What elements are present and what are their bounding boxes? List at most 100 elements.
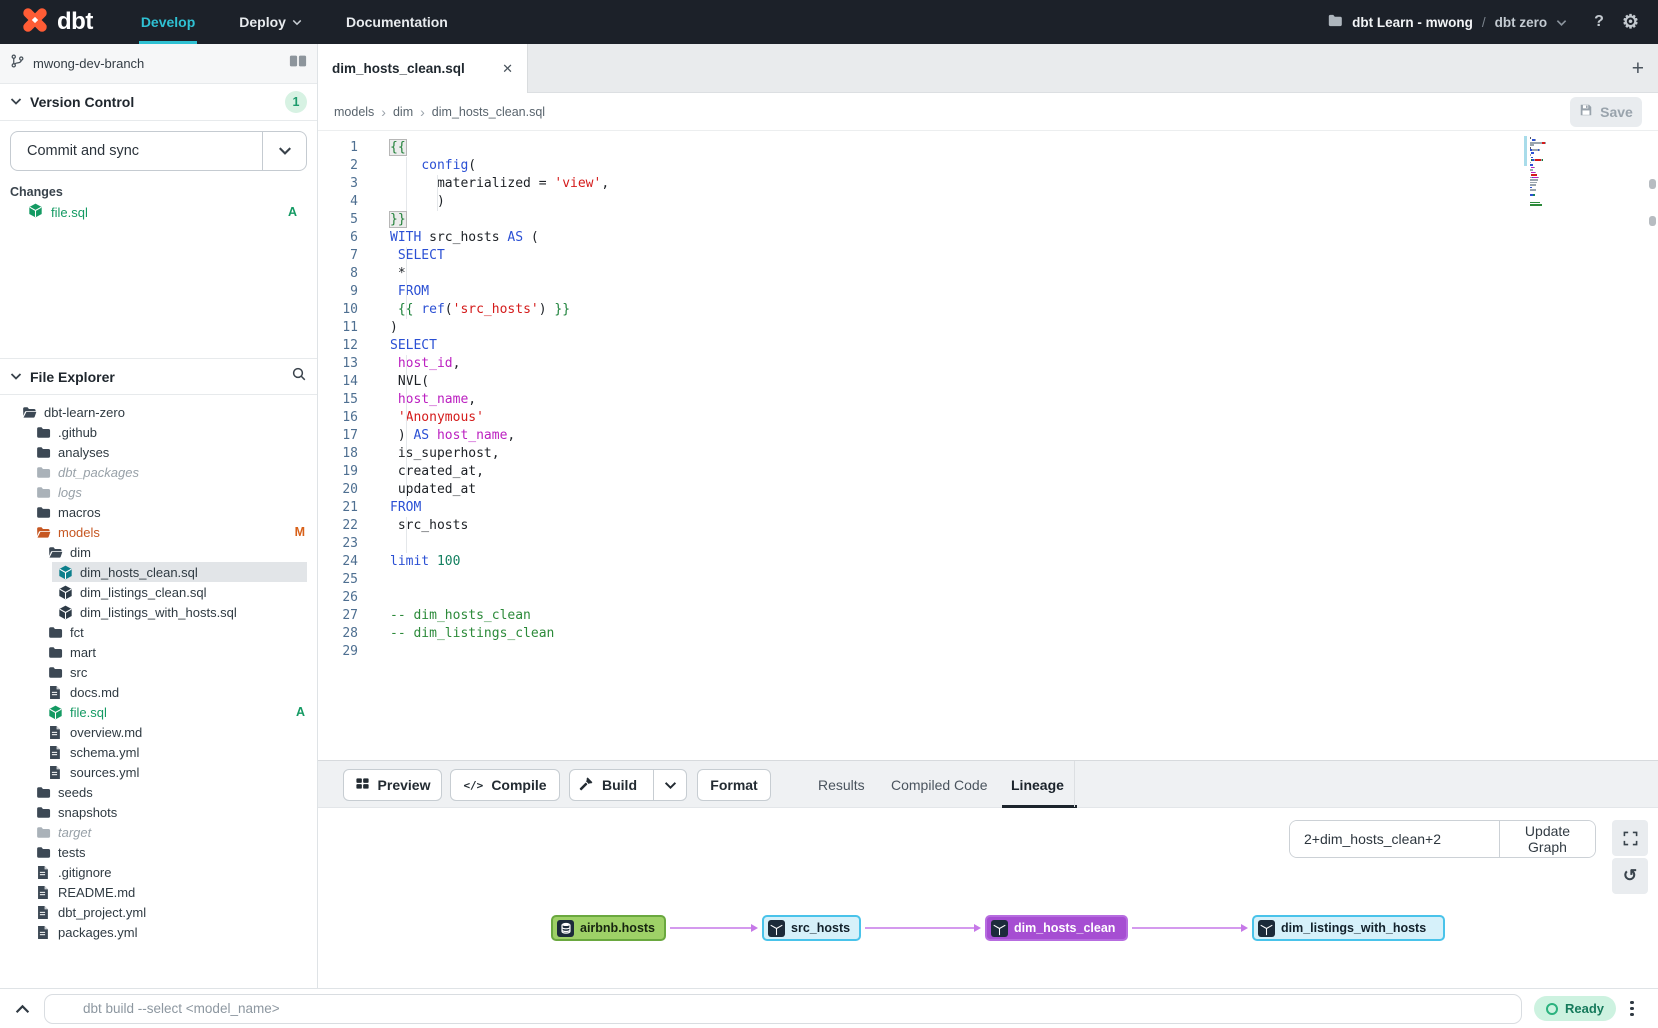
code-line[interactable]: is_superhost, <box>390 445 1658 463</box>
build-button[interactable]: Build <box>570 770 645 800</box>
code-line[interactable]: materialized = 'view', <box>390 175 1658 193</box>
scrollbar-thumb[interactable] <box>1649 179 1656 189</box>
build-options-chevron[interactable] <box>653 770 686 800</box>
new-tab-plus-icon[interactable]: + <box>1632 44 1644 93</box>
account-switcher[interactable]: dbt Learn - mwong / dbt zero <box>1328 14 1567 30</box>
tree-item-dim[interactable]: dim <box>0 542 317 562</box>
lineage-node-airbnb.hosts[interactable]: airbnb.hosts <box>551 915 666 941</box>
tab-compiled-code[interactable]: Compiled Code <box>891 761 988 809</box>
tree-item-docs.md[interactable]: docs.md <box>0 682 317 702</box>
tree-item-packages.yml[interactable]: packages.yml <box>0 922 317 942</box>
tree-item-logs[interactable]: logs <box>0 482 317 502</box>
changed-file-row[interactable]: file.sql A <box>0 201 317 223</box>
code-line[interactable]: ) AS host_name, <box>390 427 1658 445</box>
code-line[interactable]: FROM <box>390 283 1658 301</box>
fullscreen-button[interactable] <box>1612 820 1648 856</box>
code-line[interactable]: 'Anonymous' <box>390 409 1658 427</box>
code-line[interactable]: SELECT <box>390 337 1658 355</box>
code-line[interactable]: WITH src_hosts AS ( <box>390 229 1658 247</box>
tree-item-seeds[interactable]: seeds <box>0 782 317 802</box>
file-explorer-header[interactable]: File Explorer <box>0 358 317 395</box>
commit-and-sync-button[interactable]: Commit and sync <box>10 131 307 171</box>
code-line[interactable]: src_hosts <box>390 517 1658 535</box>
code-line[interactable]: limit 100 <box>390 553 1658 571</box>
lineage-node-dim_hosts_clean[interactable]: dim_hosts_clean <box>985 915 1128 941</box>
tab-lineage[interactable]: Lineage <box>1011 761 1064 809</box>
code-line[interactable]: host_name, <box>390 391 1658 409</box>
commit-options-chevron[interactable] <box>262 132 306 170</box>
tree-item-README.md[interactable]: README.md <box>0 882 317 902</box>
tab-results[interactable]: Results <box>818 761 865 809</box>
lineage-node-dim_listings_with_hosts[interactable]: dim_listings_with_hosts <box>1252 915 1445 941</box>
dbt-logo[interactable]: dbt <box>0 5 119 40</box>
search-icon[interactable] <box>291 366 307 387</box>
lineage-graph[interactable]: airbnb.hosts src_hosts dim_hosts_clean d… <box>318 908 1658 968</box>
code-line[interactable]: ) <box>390 319 1658 337</box>
tree-item-src[interactable]: src <box>0 662 317 682</box>
tree-item-dim_listings_with_hosts.sql[interactable]: dim_listings_with_hosts.sql <box>0 602 317 622</box>
tree-item-models[interactable]: models M <box>0 522 317 542</box>
reset-view-button[interactable]: ↺ <box>1612 858 1648 894</box>
tree-item-fct[interactable]: fct <box>0 622 317 642</box>
docs-reader-icon[interactable] <box>289 54 307 73</box>
tree-item-dim_listings_clean.sql[interactable]: dim_listings_clean.sql <box>0 582 317 602</box>
tree-item-sources.yml[interactable]: sources.yml <box>0 762 317 782</box>
tab-dim-hosts-clean[interactable]: dim_hosts_clean.sql ✕ <box>318 44 528 93</box>
tree-item-schema.yml[interactable]: schema.yml <box>0 742 317 762</box>
code-line[interactable]: ) <box>390 193 1658 211</box>
breadcrumb-segment[interactable]: dim <box>393 105 413 119</box>
code-line[interactable]: host_id, <box>390 355 1658 373</box>
breadcrumb-segment[interactable]: models <box>334 105 374 119</box>
tree-item-file.sql[interactable]: file.sql A <box>0 702 317 722</box>
tree-item-dbt-learn-zero[interactable]: dbt-learn-zero <box>0 402 317 422</box>
tree-item-mart[interactable]: mart <box>0 642 317 662</box>
code-line[interactable]: -- dim_hosts_clean <box>390 607 1658 625</box>
settings-gear-icon[interactable]: ⚙ <box>1613 11 1648 34</box>
save-button[interactable]: Save <box>1570 97 1642 127</box>
code-line[interactable]: -- dim_listings_clean <box>390 625 1658 643</box>
code-line[interactable]: {{ ref('src_hosts') }} <box>390 301 1658 319</box>
nav-item-documentation[interactable]: Documentation <box>324 0 470 44</box>
code-line[interactable] <box>390 589 1658 607</box>
code-line[interactable]: created_at, <box>390 463 1658 481</box>
close-icon[interactable]: ✕ <box>502 61 513 77</box>
tree-item-snapshots[interactable]: snapshots <box>0 802 317 822</box>
code-line[interactable] <box>390 535 1658 553</box>
code-editor[interactable]: 1234567891011121314151617181920212223242… <box>318 131 1658 760</box>
code-line[interactable]: }} <box>390 211 1658 229</box>
code-line[interactable] <box>390 643 1658 661</box>
help-icon[interactable]: ? <box>1585 13 1613 31</box>
compile-button[interactable]: </> Compile <box>450 769 560 801</box>
format-button[interactable]: Format <box>697 769 771 801</box>
breadcrumb-segment[interactable]: dim_hosts_clean.sql <box>432 105 545 119</box>
tree-item-dbt_packages[interactable]: dbt_packages <box>0 462 317 482</box>
code-line[interactable]: config( <box>390 157 1658 175</box>
tree-item-dim_hosts_clean.sql[interactable]: dim_hosts_clean.sql <box>0 562 317 582</box>
code-line[interactable]: NVL( <box>390 373 1658 391</box>
lineage-filter-input[interactable] <box>1290 821 1499 857</box>
preview-button[interactable]: Preview <box>343 769 442 801</box>
minimap[interactable] <box>1530 137 1570 209</box>
code-line[interactable]: * <box>390 265 1658 283</box>
code-line[interactable] <box>390 571 1658 589</box>
nav-item-deploy[interactable]: Deploy <box>217 0 324 44</box>
update-graph-button[interactable]: Update Graph <box>1499 821 1595 857</box>
chevron-up-icon[interactable] <box>0 1004 44 1014</box>
version-control-header[interactable]: Version Control 1 <box>0 84 317 121</box>
tree-item-macros[interactable]: macros <box>0 502 317 522</box>
tree-item-overview.md[interactable]: overview.md <box>0 722 317 742</box>
code-line[interactable]: FROM <box>390 499 1658 517</box>
lineage-node-src_hosts[interactable]: src_hosts <box>762 915 861 941</box>
kebab-menu-icon[interactable] <box>1630 1001 1634 1017</box>
tree-item-analyses[interactable]: analyses <box>0 442 317 462</box>
tree-item-target[interactable]: target <box>0 822 317 842</box>
tree-item-tests[interactable]: tests <box>0 842 317 862</box>
dbt-command-input[interactable] <box>44 994 1522 1024</box>
nav-item-develop[interactable]: Develop <box>119 0 217 44</box>
code-line[interactable]: {{ <box>390 139 1658 157</box>
scrollbar-thumb[interactable] <box>1649 216 1656 226</box>
code-content[interactable]: {{ config( materialized = 'view', )}}WIT… <box>374 139 1658 661</box>
tree-item-dbt_project.yml[interactable]: dbt_project.yml <box>0 902 317 922</box>
tree-item-.gitignore[interactable]: .gitignore <box>0 862 317 882</box>
tree-item-.github[interactable]: .github <box>0 422 317 442</box>
